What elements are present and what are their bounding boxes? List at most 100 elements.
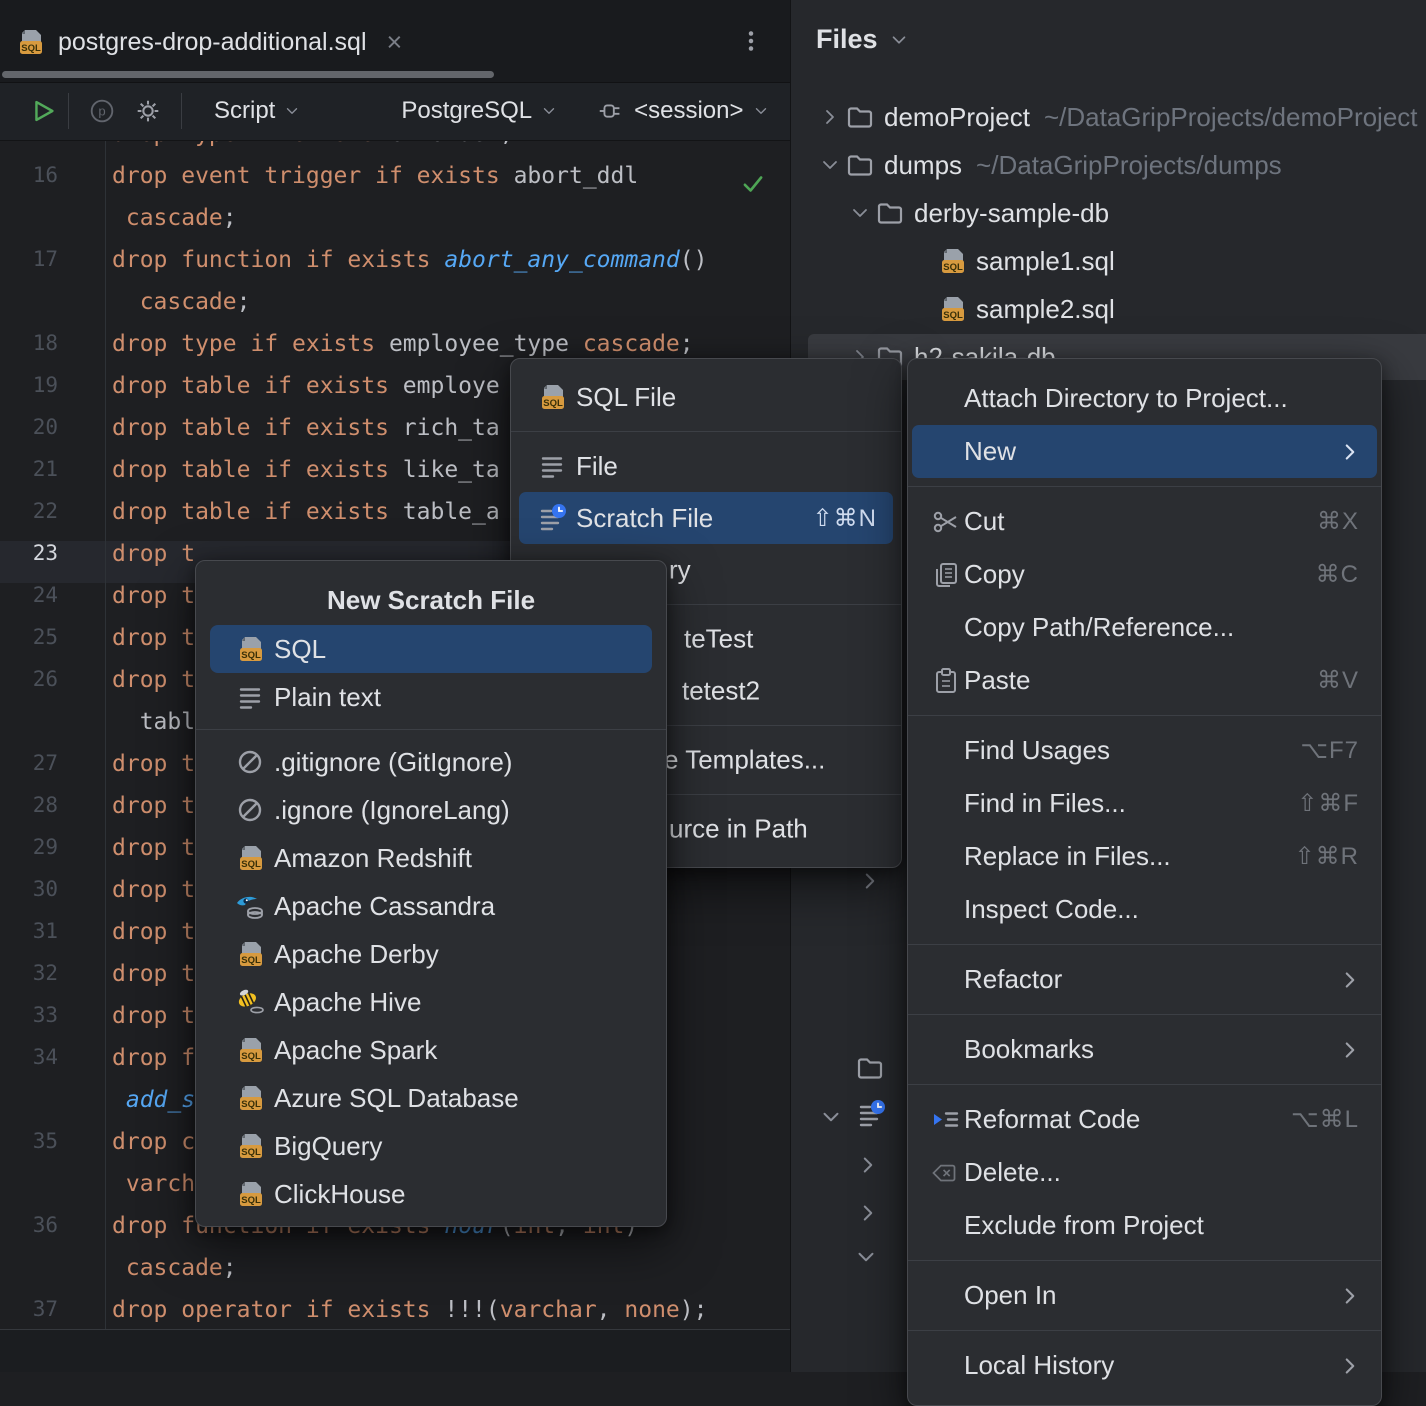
menu-item-paste[interactable]: Paste⌘V [912,654,1377,707]
chevron-down-icon[interactable] [818,153,842,177]
menu-item-gitignore-gitignore[interactable]: .gitignore (GitIgnore) [210,738,652,786]
dialect-dropdown[interactable]: PostgreSQL [391,97,568,125]
tab-close-icon[interactable]: × [387,27,403,58]
menu-item-label-fragment: ry [669,555,691,586]
menu-item-local-history[interactable]: Local History [912,1339,1377,1392]
profiler-icon[interactable]: p [87,96,117,126]
menu-item-find-usages[interactable]: Find Usages⌥F7 [912,724,1377,777]
menu-item-label: Apache Hive [274,987,421,1018]
sidebar-item-derby-sample-db[interactable]: derby-sample-db [791,189,1426,237]
code-text: varch [112,1171,195,1213]
menu-item-replace-in-files[interactable]: Replace in Files...⇧⌘R [912,830,1377,883]
menu-item-label: Apache Spark [274,1035,437,1066]
menu-item-copy[interactable]: Copy⌘C [912,548,1377,601]
run-button[interactable] [28,96,58,126]
menu-item-reformat-code[interactable]: Reformat Code⌥⌘L [912,1093,1377,1146]
context-menu: Attach Directory to Project...NewCut⌘XCo… [907,358,1382,1406]
gutter-divider [105,140,106,1329]
line-number: 34 [0,1045,58,1087]
line-number: 26 [0,667,58,709]
menu-item-bookmarks[interactable]: Bookmarks [912,1023,1377,1076]
menu-item-new[interactable]: New [912,425,1377,478]
sidebar-item-sample1-sql[interactable]: SQLsample1.sql [791,237,1426,285]
session-dropdown[interactable]: <session> [586,96,779,126]
menu-item-open-in[interactable]: Open In [912,1269,1377,1322]
code-line-16[interactable]: 16drop event trigger if exists abort_ddl [0,163,790,205]
menu-item-label: SQL File [576,382,676,413]
menu-separator [908,486,1381,487]
menu-item-delete[interactable]: Delete... [912,1146,1377,1199]
chevron-down-icon [540,102,558,120]
code-line-wrap[interactable]: cascade; [0,205,790,247]
chevron-right-icon[interactable] [857,868,883,894]
code-text: drop t [112,961,195,1003]
menu-item-plain-text[interactable]: Plain text [210,673,652,721]
menu-item-refactor[interactable]: Refactor [912,953,1377,1006]
active-tab-underline [2,71,494,78]
tree-item-name: demoProject [884,102,1030,133]
menu-item-attach-directory-to-project[interactable]: Attach Directory to Project... [912,372,1377,425]
menu-item-inspect-code[interactable]: Inspect Code... [912,883,1377,936]
menu-item-copy-path-reference[interactable]: Copy Path/Reference... [912,601,1377,654]
toolbar-separator [181,93,182,129]
menu-item-clickhouse[interactable]: SQLClickHouse [210,1170,652,1218]
line-number [0,709,58,751]
menu-item-bigquery[interactable]: SQLBigQuery [210,1122,652,1170]
editor-toolbar: p Script PostgreSQL <session> [0,82,790,141]
menu-item-exclude-from-project[interactable]: Exclude from Project [912,1199,1377,1252]
folder-icon [874,197,906,229]
menu-item-amazon-redshift[interactable]: SQLAmazon Redshift [210,834,652,882]
menu-item-apache-derby[interactable]: SQLApache Derby [210,930,652,978]
inspection-ok-check-icon [740,171,766,197]
menu-separator [196,729,666,730]
line-number: 16 [0,163,58,205]
svg-text:SQL: SQL [21,43,41,54]
files-panel-header[interactable]: Files [816,24,910,55]
svg-text:SQL: SQL [241,859,261,870]
menu-item-sql[interactable]: SQLSQL [210,625,652,673]
folder-icon [844,101,876,133]
chevron-right-icon[interactable] [855,1152,881,1178]
folder-icon[interactable] [854,1052,886,1084]
menu-item-azure-sql-database[interactable]: SQLAzure SQL Database [210,1074,652,1122]
menu-separator [908,1084,1381,1085]
menu-item-shortcut: ⇧⌘N [813,504,877,533]
menu-item-find-in-files[interactable]: Find in Files...⇧⌘F [912,777,1377,830]
sidebar-item-sample2-sql[interactable]: SQLsample2.sql [791,285,1426,333]
menu-item-apache-hive[interactable]: Apache Hive [210,978,652,1026]
code-line-17[interactable]: 17drop function if exists abort_any_comm… [0,247,790,289]
chevron-down-icon[interactable] [818,1104,844,1130]
menu-item-apache-cassandra[interactable]: Apache Cassandra [210,882,652,930]
menu-item-label: Attach Directory to Project... [964,383,1288,414]
svg-text:SQL: SQL [543,398,563,409]
menu-item-label: Bookmarks [964,1034,1094,1065]
session-dropdown-label: <session> [634,97,743,125]
chevron-right-icon[interactable] [818,105,842,129]
menu-item-cut[interactable]: Cut⌘X [912,495,1377,548]
settings-gear-icon[interactable] [133,96,163,126]
tab-postgres-drop-additional[interactable]: SQL postgres-drop-additional.sql × [14,14,402,70]
menu-item-scratch-file[interactable]: Scratch File⇧⌘N [519,492,893,544]
editor-tab-bar: SQL postgres-drop-additional.sql × [0,0,790,83]
cassandra-icon [234,890,266,922]
chevron-right-icon[interactable] [855,1200,881,1226]
sidebar-item-dumps[interactable]: dumps~/DataGripProjects/dumps [791,141,1426,189]
menu-item-apache-spark[interactable]: SQLApache Spark [210,1026,652,1074]
menu-item-sql-file[interactable]: SQL SQL File [519,371,893,423]
chevron-down-icon[interactable] [853,1244,879,1270]
code-line-wrap[interactable]: cascade; [0,289,790,331]
tab-options-kebab-icon[interactable] [736,26,766,56]
code-text: drop t [112,877,195,919]
code-text: drop t [112,793,195,835]
sidebar-item-demoproject[interactable]: demoProject~/DataGripProjects/demoProjec… [791,93,1426,141]
editor-bottom-divider [0,1329,790,1330]
line-number: 31 [0,919,58,961]
menu-item-ignore-ignorelang[interactable]: .ignore (IgnoreLang) [210,786,652,834]
scratch-file-icon[interactable] [855,1098,887,1130]
code-text: drop t [112,919,195,961]
script-dropdown[interactable]: Script [204,97,311,125]
menu-item-file[interactable]: File [519,440,893,492]
chevron-down-icon[interactable] [848,201,872,225]
line-number [0,1087,58,1129]
code-line-wrap[interactable]: cascade; [0,1255,790,1297]
